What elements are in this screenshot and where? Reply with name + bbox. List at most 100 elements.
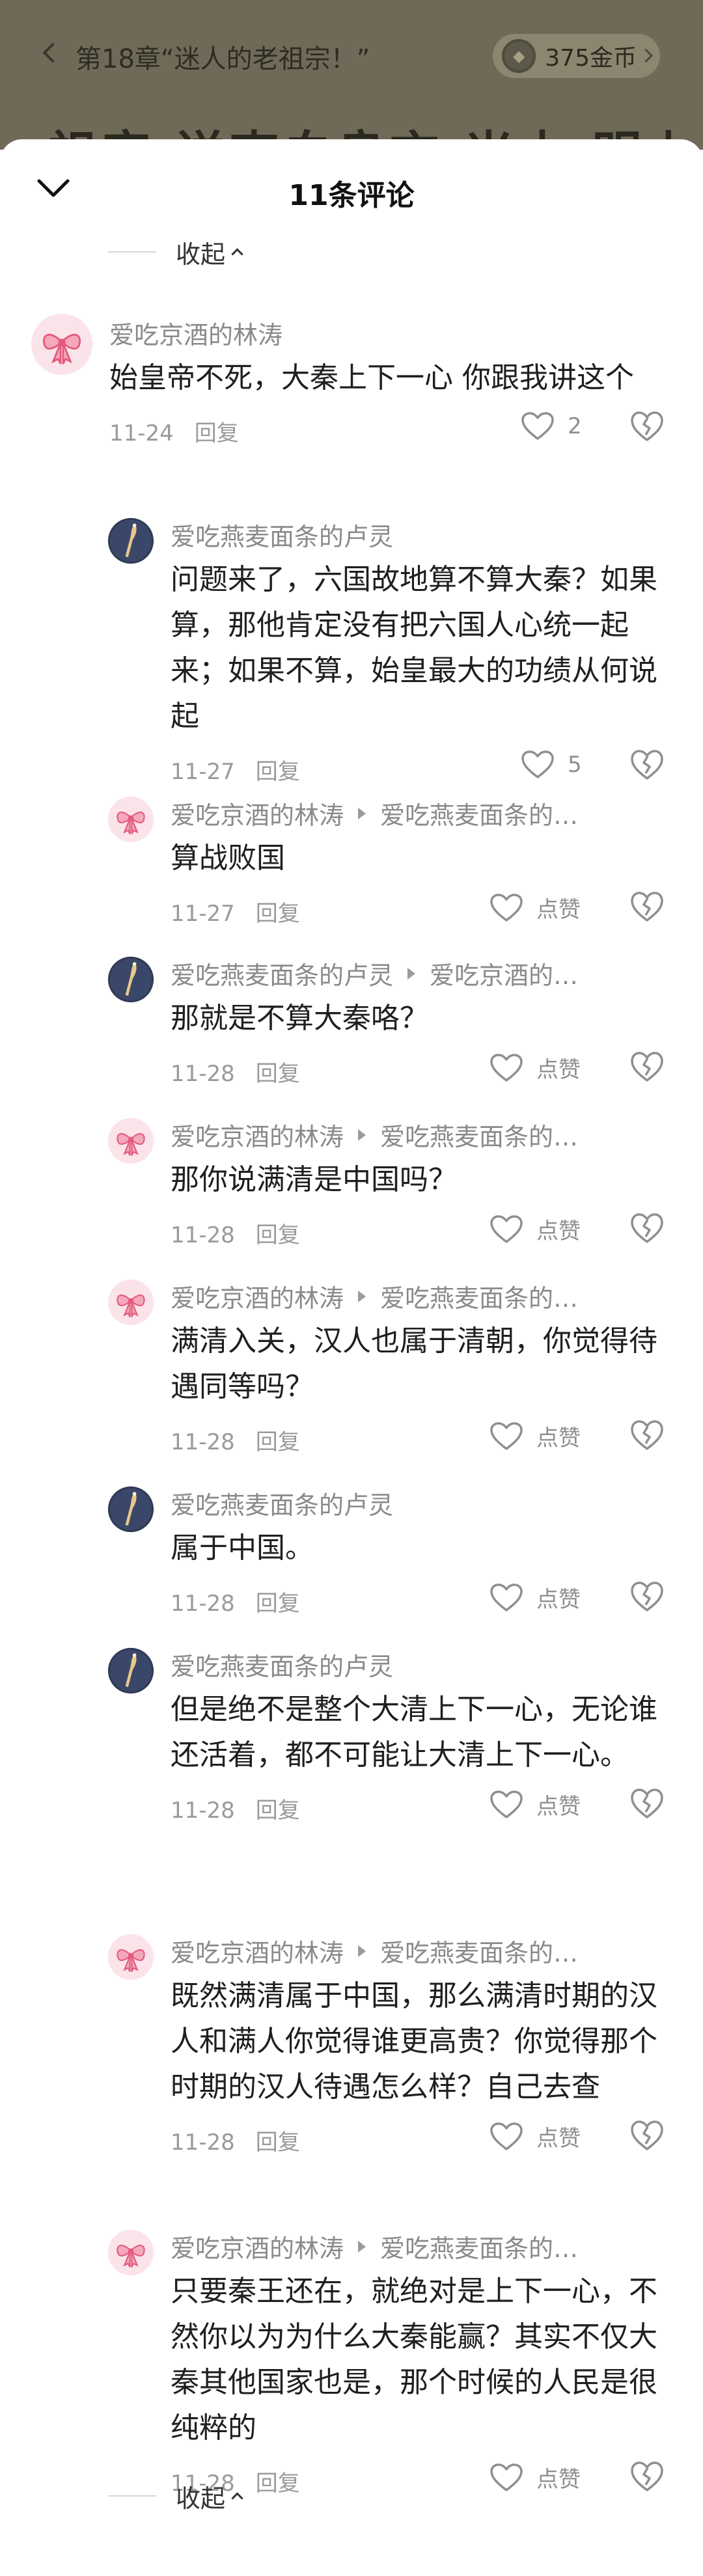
- reply-button[interactable]: 回复: [256, 1429, 300, 1455]
- username[interactable]: 爱吃燕麦面条的卢灵: [171, 1647, 393, 1682]
- reply-button[interactable]: 回复: [256, 901, 300, 927]
- comment-meta: 11-24 回复: [109, 415, 239, 447]
- broken-heart-icon[interactable]: [630, 1419, 664, 1451]
- comment-text: 那就是不算大秦咯？: [171, 1002, 428, 1035]
- avatar[interactable]: [108, 518, 154, 564]
- like-button[interactable]: 点赞: [489, 1052, 581, 1084]
- username[interactable]: 爱吃燕麦面条的卢灵: [171, 517, 393, 553]
- broken-heart-icon[interactable]: [630, 1212, 664, 1244]
- avatar[interactable]: [108, 797, 154, 842]
- avatar[interactable]: [108, 1118, 154, 1164]
- sheet-header: 11条评论: [0, 139, 703, 243]
- like-button[interactable]: 点赞: [489, 2120, 581, 2152]
- comment-date: 11-27: [171, 901, 235, 927]
- like-count: 点赞: [536, 1218, 581, 1244]
- like-button[interactable]: 点赞: [489, 2461, 581, 2493]
- like-count: 点赞: [536, 2467, 581, 2493]
- comment-date: 11-28: [171, 1429, 235, 1455]
- broken-heart-icon[interactable]: [630, 410, 664, 443]
- chapter-title[interactable]: 第18章“迷人的老祖宗！”: [76, 38, 370, 75]
- username[interactable]: 爱吃燕麦面条的卢灵: [171, 955, 393, 991]
- broken-heart-icon[interactable]: [630, 1580, 664, 1613]
- heart-outline-icon: [521, 411, 568, 441]
- comment-date: 11-28: [171, 1061, 235, 1087]
- comment-meta: 11-27 回复: [171, 754, 300, 786]
- like-count: 5: [568, 752, 582, 778]
- reply-target-username[interactable]: 爱吃燕麦面条的…: [380, 1933, 578, 1969]
- comment-meta: 11-28 回复: [171, 2124, 300, 2156]
- comment-text: 满清入关，汉人也属于清朝，你觉得待遇同等吗？: [171, 1324, 657, 1403]
- heart-outline-icon: [489, 1583, 536, 1613]
- reply-to-arrow-icon: [358, 2240, 366, 2253]
- avatar[interactable]: [108, 1280, 154, 1325]
- username[interactable]: 爱吃京酒的林涛: [171, 1933, 344, 1969]
- reply-button[interactable]: 回复: [256, 1591, 300, 1617]
- avatar[interactable]: [108, 1934, 154, 1980]
- caret-up-icon: [231, 2491, 243, 2504]
- username[interactable]: 爱吃燕麦面条的卢灵: [171, 1485, 393, 1521]
- comment-date: 11-28: [171, 2130, 235, 2156]
- comment-date: 11-28: [171, 1222, 235, 1248]
- collapse-replies-top[interactable]: 收起: [108, 236, 243, 269]
- broken-heart-icon[interactable]: [630, 1050, 664, 1083]
- username[interactable]: 爱吃京酒的林涛: [171, 1278, 344, 1314]
- reply-target-username[interactable]: 爱吃燕麦面条的…: [380, 1117, 578, 1153]
- heart-outline-icon: [489, 1053, 536, 1083]
- collapse-label: 收起: [176, 240, 226, 269]
- username[interactable]: 爱吃京酒的林涛: [171, 795, 344, 831]
- like-button[interactable]: 2: [521, 411, 582, 441]
- username[interactable]: 爱吃京酒的林涛: [171, 1117, 344, 1153]
- comment-count-title: 11条评论: [288, 179, 415, 212]
- like-button[interactable]: 点赞: [489, 1420, 581, 1452]
- like-button[interactable]: 点赞: [489, 1213, 581, 1245]
- username-row: 爱吃京酒的林涛 爱吃燕麦面条的…: [171, 795, 578, 831]
- broken-heart-icon[interactable]: [630, 2119, 664, 2152]
- reply-button[interactable]: 回复: [256, 1061, 300, 1087]
- avatar[interactable]: [108, 1487, 154, 1532]
- username[interactable]: 爱吃京酒的林涛: [109, 315, 283, 351]
- comment-date: 11-28: [171, 1591, 235, 1617]
- reply-target-username[interactable]: 爱吃京酒的…: [430, 955, 578, 991]
- reply-button[interactable]: 回复: [256, 759, 300, 785]
- reply-button[interactable]: 回复: [256, 2471, 300, 2497]
- comment-meta: 11-28 回复: [171, 1217, 300, 1249]
- comment-meta: 11-27 回复: [171, 896, 300, 927]
- like-count: 点赞: [536, 897, 581, 923]
- comment-text: 始皇帝不死，大秦上下一心 你跟我讲这个: [109, 361, 634, 394]
- like-button[interactable]: 点赞: [489, 892, 581, 924]
- broken-heart-icon[interactable]: [630, 890, 664, 923]
- comment-text: 但是绝不是整个大清上下一心，无论谁还活着，都不可能让大清上下一心。: [171, 1693, 657, 1772]
- like-button[interactable]: 点赞: [489, 1788, 581, 1820]
- comment-meta: 11-28 回复: [171, 1585, 300, 1617]
- coin-balance-pill[interactable]: ◆ 375金币: [493, 34, 660, 78]
- avatar[interactable]: [108, 957, 154, 1002]
- back-chevron-icon[interactable]: [42, 42, 63, 63]
- reply-button[interactable]: 回复: [256, 1222, 300, 1248]
- like-button[interactable]: 点赞: [489, 1582, 581, 1613]
- reader-backdrop: 第18章“迷人的老祖宗！” ◆ 375金币 祖宗 送李白良言 米十 明上: [0, 0, 703, 150]
- reply-button[interactable]: 回复: [256, 2130, 300, 2156]
- username[interactable]: 爱吃京酒的林涛: [171, 2228, 344, 2264]
- username-row: 爱吃燕麦面条的卢灵: [171, 1647, 393, 1682]
- collapse-replies-bottom[interactable]: 收起: [108, 2480, 243, 2513]
- like-button[interactable]: 5: [521, 750, 582, 780]
- heart-outline-icon: [521, 750, 568, 780]
- reply-to-arrow-icon: [358, 807, 366, 819]
- avatar[interactable]: [108, 1648, 154, 1693]
- heart-outline-icon: [489, 1790, 536, 1820]
- like-count: 点赞: [536, 1057, 581, 1083]
- avatar[interactable]: [31, 314, 92, 375]
- reply-target-username[interactable]: 爱吃燕麦面条的…: [380, 795, 578, 831]
- broken-heart-icon[interactable]: [630, 748, 664, 781]
- broken-heart-icon[interactable]: [630, 1787, 664, 1820]
- coin-balance: 375金币: [545, 45, 637, 72]
- reply-target-username[interactable]: 爱吃燕麦面条的…: [380, 1278, 578, 1314]
- avatar[interactable]: [108, 2230, 154, 2275]
- heart-outline-icon: [489, 1214, 536, 1244]
- reply-button[interactable]: 回复: [256, 1798, 300, 1824]
- broken-heart-icon[interactable]: [630, 2460, 664, 2493]
- comment-meta: 11-28 回复: [171, 1056, 300, 1088]
- username-row: 爱吃京酒的林涛 爱吃燕麦面条的…: [171, 1278, 578, 1314]
- reply-target-username[interactable]: 爱吃燕麦面条的…: [380, 2228, 578, 2264]
- reply-button[interactable]: 回复: [195, 420, 239, 446]
